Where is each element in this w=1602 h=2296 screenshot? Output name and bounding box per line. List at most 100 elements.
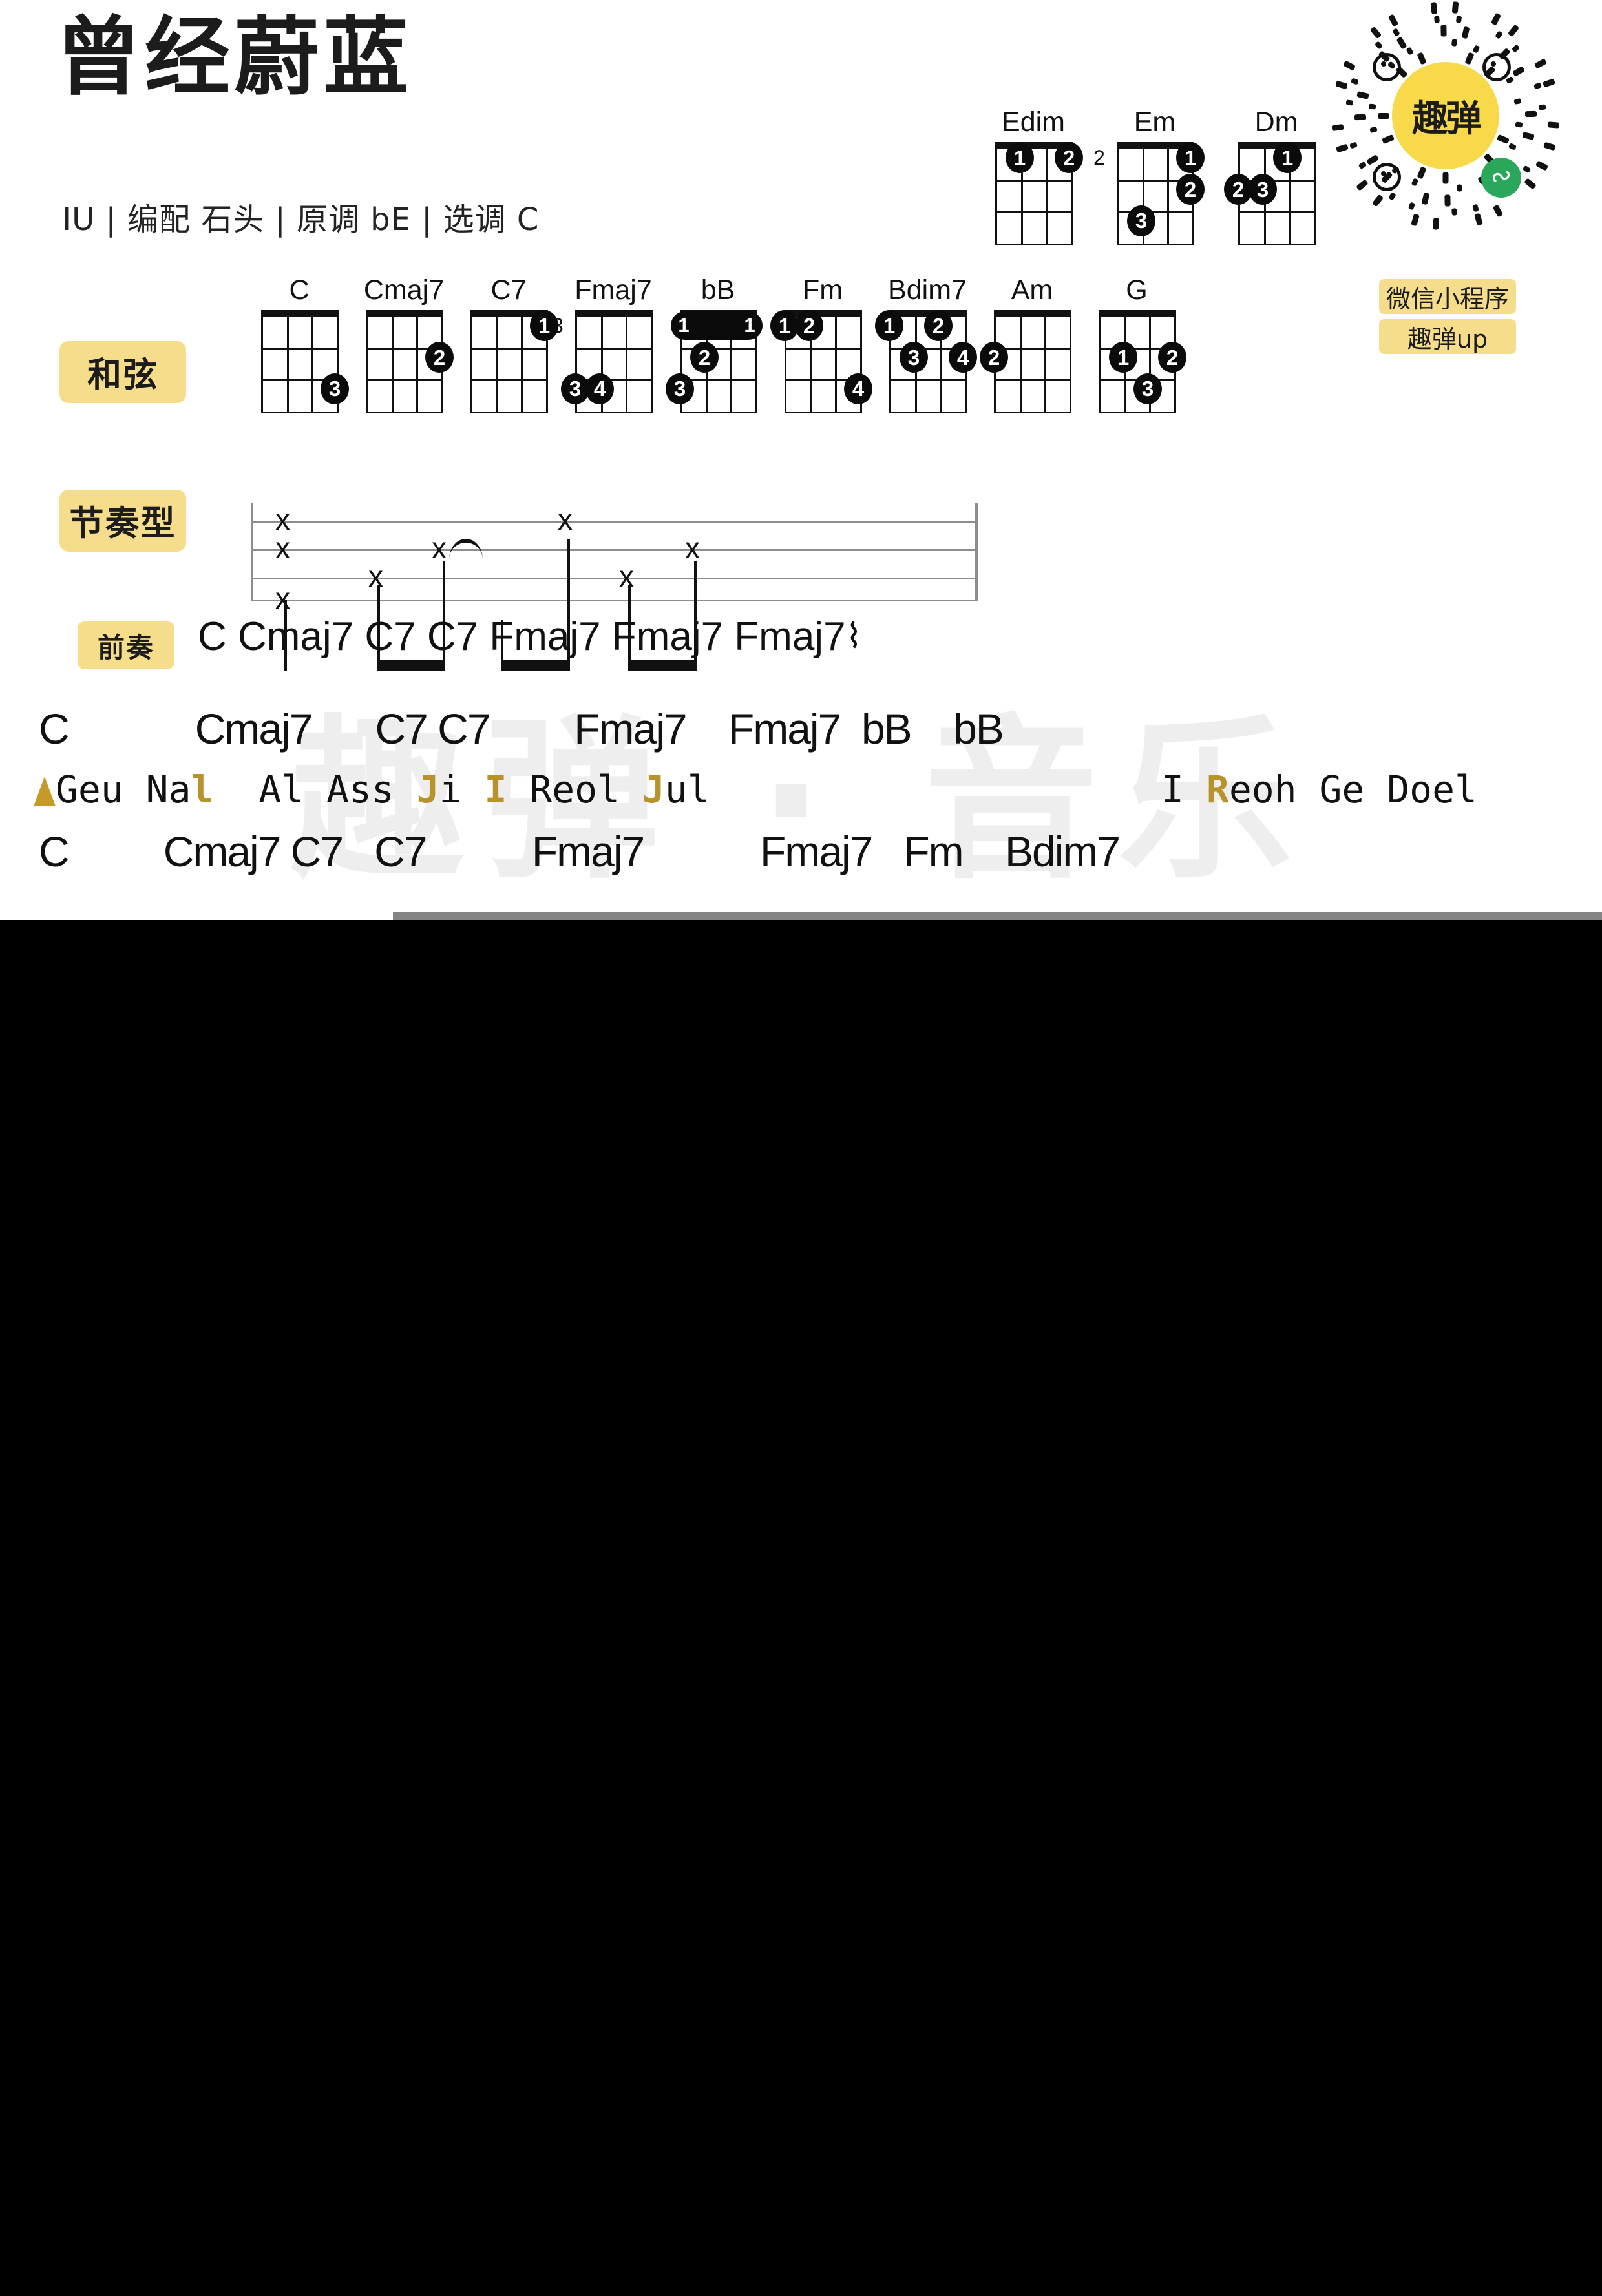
page-subtitle: IU | 编配 石头 | 原调 bE | 选调 C xyxy=(62,202,540,238)
section-label-chords: 和弦 xyxy=(59,341,186,403)
fret-line xyxy=(682,379,755,381)
qr-ray xyxy=(1433,218,1440,230)
lyric-text: Geu Na xyxy=(56,767,191,811)
fret-line xyxy=(997,180,1071,182)
string-line xyxy=(834,317,837,412)
chord-name: Am xyxy=(1011,275,1053,306)
string-line xyxy=(391,317,394,412)
lyric-text: Reol xyxy=(507,767,642,811)
fret-line xyxy=(1240,211,1314,213)
chord-name: Dm xyxy=(1254,107,1298,138)
finger-dot: 1 xyxy=(1109,342,1137,373)
chord-line: C Cmaj7 C7 C7 Fmaj7 Fmaj7 Fm Bdim7 xyxy=(39,828,1121,875)
strum-x-mark: x xyxy=(432,531,447,565)
finger-dot: 2 xyxy=(1176,174,1205,205)
string-line xyxy=(1019,317,1022,412)
sheet-music-page: 趣弹 · 音乐 曾经蔚蓝 IU | 编配 石头 | 原调 bE | 选调 C 和… xyxy=(0,0,1602,920)
string-line xyxy=(625,317,627,412)
lyric-line: Geu Nal Al Ass Ji I Reol Jul I Reoh Ge D… xyxy=(0,767,1602,827)
finger-dot: 4 xyxy=(585,373,614,404)
string-line xyxy=(1045,149,1048,244)
chord-name: Cmaj7 xyxy=(363,275,445,306)
fret-line xyxy=(368,379,441,381)
intro-chord-sequence: C Cmaj7 C7 C7 Fmaj7 Fmaj7 Fmaj7⌇ xyxy=(198,614,862,660)
fret-line xyxy=(263,348,337,350)
fret-position-number: 2 xyxy=(1093,146,1105,170)
qr-ray xyxy=(1548,121,1560,129)
badge-label-account: 趣弹up xyxy=(1379,319,1516,354)
song-body: C Cmaj7 C7 C7 Fmaj7 Fmaj7 bB bB Geu Nal A… xyxy=(0,704,1602,920)
lyric-accent-syllable: I xyxy=(484,767,507,811)
barre-finger-left: 1 xyxy=(678,314,690,337)
finger-dot: 2 xyxy=(690,342,719,373)
chord-name: C xyxy=(289,275,310,306)
chord-name: Em xyxy=(1133,107,1176,138)
lyric-accent-syllable: J xyxy=(642,767,665,811)
fret-line xyxy=(472,348,546,350)
finger-dot: 1 xyxy=(1273,142,1302,174)
barre-finger-right: 1 xyxy=(744,314,755,337)
stave-right-barline xyxy=(975,503,978,600)
fret-line xyxy=(997,211,1071,213)
strum-x-mark: x xyxy=(275,581,290,615)
beam xyxy=(628,660,697,671)
wechat-miniprogram-icon xyxy=(1481,158,1521,198)
finger-dot: 1 xyxy=(530,310,558,342)
beam xyxy=(377,660,445,671)
string-line xyxy=(416,317,418,412)
page-title: 曾经蔚蓝 xyxy=(56,8,412,107)
finger-dot: 1 xyxy=(1006,142,1034,174)
finger-dot: 3 xyxy=(1133,373,1162,404)
string-line xyxy=(286,317,289,412)
arpeggio-symbol: ⌇ xyxy=(845,618,862,655)
lyric-text: i xyxy=(439,767,485,811)
finger-dot: 4 xyxy=(844,373,872,404)
strum-x-mark: x xyxy=(619,559,634,593)
finger-dot: 1 xyxy=(1176,142,1205,174)
strum-x-mark: x xyxy=(368,559,383,593)
badge-label-miniprogram: 微信小程序 xyxy=(1379,279,1516,314)
lyric-text: eoh Ge Doel xyxy=(1228,767,1477,811)
string-line xyxy=(311,317,313,412)
finger-dot: 3 xyxy=(321,373,349,404)
chord-name: Edim xyxy=(1002,107,1065,138)
finger-dot: 2 xyxy=(1158,342,1186,373)
lyric-accent-syllable: R xyxy=(1206,767,1229,811)
finger-dot: 2 xyxy=(1055,142,1083,174)
finger-dot: 4 xyxy=(949,342,977,373)
lyric-text: ul I xyxy=(664,767,1207,811)
finger-dot: 3 xyxy=(1127,205,1155,236)
stave-line-1 xyxy=(251,521,978,523)
chord-name: bB xyxy=(701,275,735,306)
fretboard-grid xyxy=(575,310,653,413)
finger-dot: 2 xyxy=(795,310,823,342)
strum-x-mark: x xyxy=(685,531,700,565)
fret-line xyxy=(472,379,546,381)
finger-dot: 3 xyxy=(666,373,694,404)
finger-dot: 2 xyxy=(924,310,953,342)
stave-line-2 xyxy=(251,549,978,551)
strum-x-mark: x xyxy=(558,503,573,536)
finger-dot: 2 xyxy=(980,342,1008,373)
page-blackout-area xyxy=(0,920,1602,2296)
string-line xyxy=(520,317,523,412)
tie-slur xyxy=(449,539,483,559)
chord-line: C Cmaj7 C7 C7 Fmaj7 Fmaj7 bB bB xyxy=(39,705,1004,753)
verse-marker-triangle-icon xyxy=(34,777,56,806)
strum-x-mark: x xyxy=(275,503,290,536)
string-line xyxy=(1166,149,1169,244)
fret-line xyxy=(786,348,860,350)
chord-name: Bdim7 xyxy=(888,275,967,306)
section-label-rhythm: 节奏型 xyxy=(59,490,186,552)
string-line xyxy=(496,317,498,412)
section-label-intro: 前奏 xyxy=(78,621,174,669)
stave-line-3 xyxy=(251,578,978,579)
rhythm-stave: x x x x x x x x xyxy=(251,503,978,671)
fret-line xyxy=(996,379,1070,381)
finger-dot: 1 xyxy=(875,310,903,342)
chord-name: Fm xyxy=(802,275,843,306)
fret-line xyxy=(996,348,1070,350)
chord-name: C7 xyxy=(490,275,527,306)
qr-ray xyxy=(1430,1,1438,14)
lyric-line xyxy=(0,890,1602,920)
